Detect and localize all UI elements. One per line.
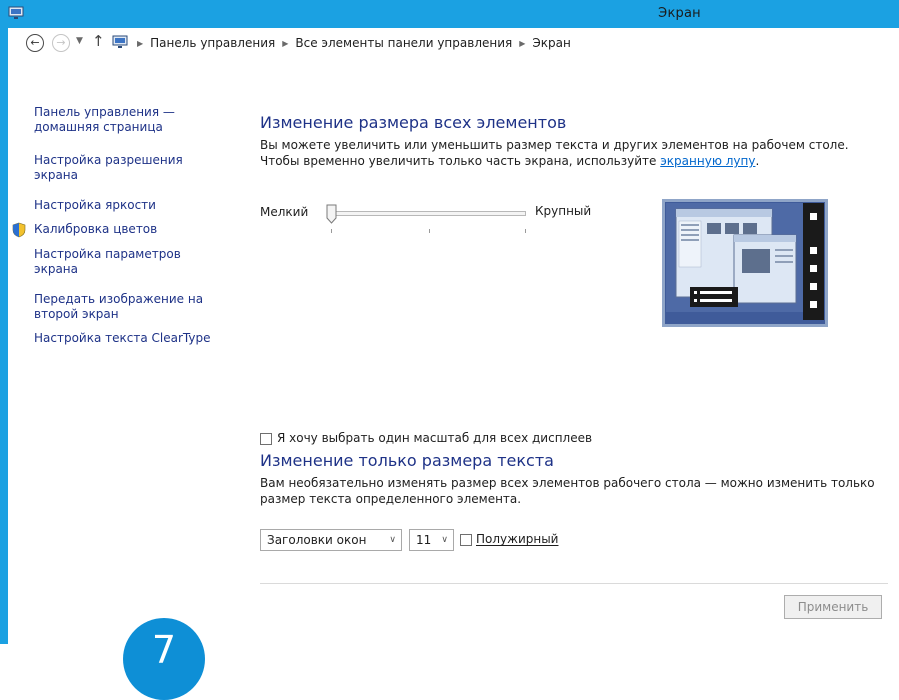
- chevron-down-icon: ∨: [441, 535, 448, 545]
- section-title-text-only: Изменение только размера текста: [260, 451, 554, 470]
- slider-min-label: Мелкий: [260, 205, 309, 219]
- sidebar-item-brightness[interactable]: Настройка яркости: [34, 198, 219, 213]
- navigation-bar: ← → ▼ ↑ ▶ Панель управления ▶ Все элементы …: [8, 28, 899, 58]
- section-title-all-elements: Изменение размера всех элементов: [260, 113, 567, 132]
- chevron-down-icon: ∨: [389, 535, 396, 545]
- sidebar-item-cleartype[interactable]: Настройка текста ClearType: [34, 331, 219, 346]
- slider-tick: [429, 229, 430, 233]
- divider: [260, 583, 888, 584]
- sidebar-item-home[interactable]: Панель управления — домашняя страница: [34, 105, 219, 135]
- breadcrumb-separator-icon[interactable]: ▶: [282, 39, 288, 48]
- apply-button[interactable]: Применить: [784, 595, 882, 619]
- element-select-value: Заголовки окон: [267, 533, 367, 547]
- breadcrumb-item-all-items[interactable]: Все элементы панели управления: [295, 36, 512, 50]
- breadcrumb: ▶ Панель управления ▶ Все элементы панели у…: [130, 36, 571, 50]
- description-text-end: .: [755, 154, 760, 168]
- element-select[interactable]: Заголовки окон ∨: [260, 529, 402, 551]
- magnifier-link[interactable]: экранную лупу: [660, 154, 755, 168]
- control-panel-icon: [112, 35, 128, 48]
- slider-max-label: Крупный: [535, 204, 592, 218]
- display-preview-image: [662, 199, 828, 327]
- breadcrumb-item-control-panel[interactable]: Панель управления: [150, 36, 275, 50]
- sidebar-item-resolution[interactable]: Настройка разрешения экрана: [34, 153, 219, 183]
- bold-checkbox[interactable]: [460, 534, 472, 546]
- window-title: Экран: [658, 6, 701, 21]
- slider-tick: [525, 229, 526, 233]
- back-arrow-icon[interactable]: ←: [26, 34, 44, 52]
- sidebar-item-project-second-screen[interactable]: Передать изображение на второй экран: [34, 292, 219, 322]
- section-description-text-only: Вам необязательно изменять размер всех э…: [260, 476, 875, 506]
- font-size-select[interactable]: 11 ∨: [409, 529, 454, 551]
- shield-icon: [12, 222, 26, 238]
- same-scale-checkbox-label[interactable]: Я хочу выбрать один масштаб для всех дис…: [277, 431, 592, 445]
- recent-locations-chevron-icon[interactable]: ▼: [76, 36, 83, 46]
- window-client: ← → ▼ ↑ ▶ Панель управления ▶ Все элементы …: [8, 28, 899, 700]
- breadcrumb-item-display[interactable]: Экран: [532, 36, 570, 50]
- breadcrumb-separator-icon[interactable]: ▶: [137, 39, 143, 48]
- font-size-value: 11: [416, 533, 432, 547]
- breadcrumb-separator-icon[interactable]: ▶: [519, 39, 525, 48]
- title-bar: Экран: [0, 0, 899, 28]
- sidebar-item-color-calibration[interactable]: Калибровка цветов: [34, 222, 219, 237]
- sidebar-item-display-settings[interactable]: Настройка параметров экрана: [34, 247, 219, 277]
- size-slider-track[interactable]: [330, 211, 526, 216]
- slider-tick: [331, 229, 332, 233]
- section-description-all-elements: Вы можете увеличить или уменьшить размер…: [260, 137, 890, 169]
- step-number-badge: 7: [123, 618, 205, 700]
- description-text: Вы можете увеличить или уменьшить размер…: [260, 138, 849, 168]
- same-scale-checkbox[interactable]: [260, 433, 272, 445]
- size-slider-thumb[interactable]: [326, 204, 337, 224]
- forward-arrow-icon[interactable]: →: [52, 34, 70, 52]
- up-arrow-icon[interactable]: ↑: [92, 32, 105, 50]
- bold-checkbox-label[interactable]: Полужирный: [476, 532, 558, 546]
